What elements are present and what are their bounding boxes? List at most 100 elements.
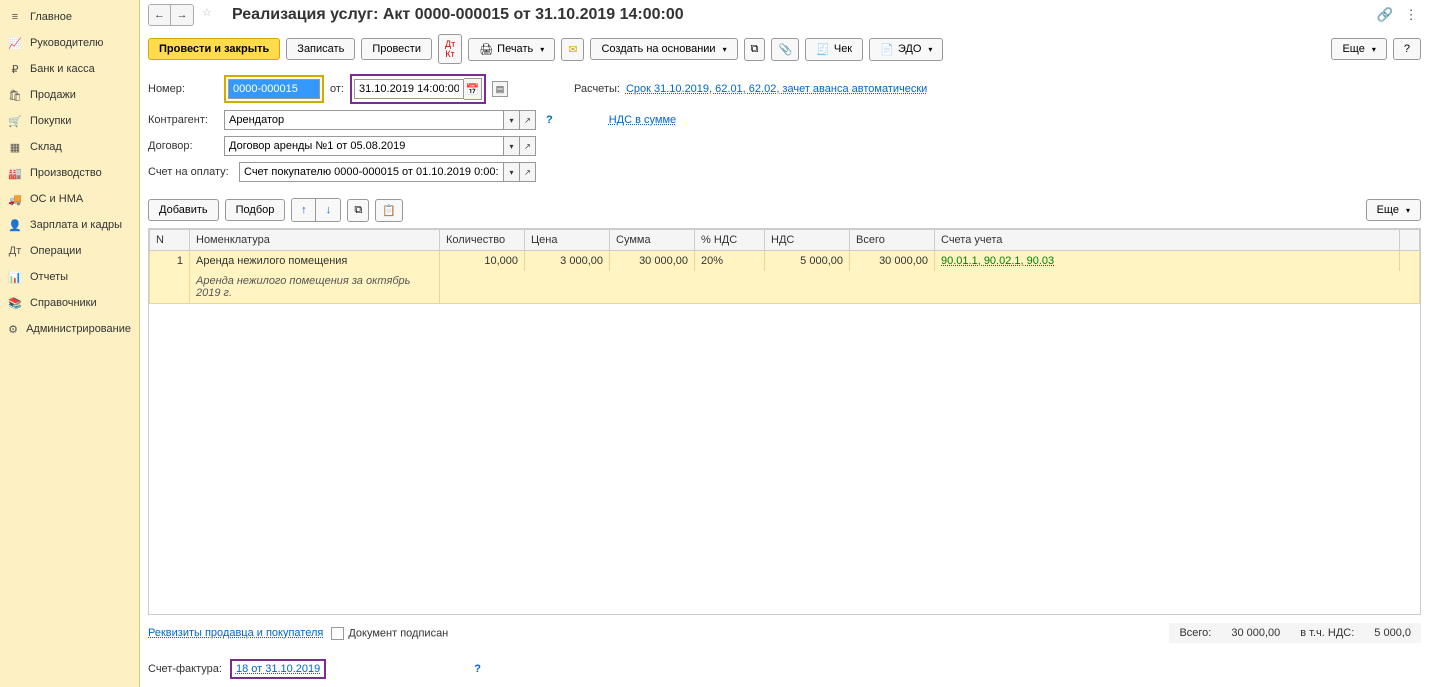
table-row[interactable]: 1 Аренда нежилого помещения 10,000 3 000… bbox=[150, 251, 1420, 272]
menu-icon: ≡ bbox=[8, 10, 22, 24]
invoice-dropdown-button[interactable]: ▾ bbox=[504, 162, 520, 182]
related-button[interactable]: ⧉ bbox=[744, 38, 766, 61]
col-n[interactable]: N bbox=[150, 230, 190, 251]
calc-label: Расчеты: bbox=[574, 83, 620, 95]
col-sum[interactable]: Сумма bbox=[610, 230, 695, 251]
link-icon[interactable]: 🔗 bbox=[1375, 5, 1395, 25]
page-title: Реализация услуг: Акт 0000-000015 от 31.… bbox=[232, 6, 684, 24]
number-input[interactable] bbox=[228, 79, 320, 99]
invoice-row: Счет-фактура: 18 от 31.10.2019 ? bbox=[140, 651, 1429, 687]
cart-icon: 🛒 bbox=[8, 114, 22, 128]
create-based-button[interactable]: Создать на основании bbox=[590, 38, 737, 60]
table-toolbar: Добавить Подбор ↑ ↓ ⧉ 📋 Еще bbox=[140, 198, 1429, 228]
print-button[interactable]: 🖨Печать bbox=[468, 38, 555, 61]
signed-checkbox-label[interactable]: Документ подписан bbox=[331, 627, 448, 640]
sidebar-item-operations[interactable]: ДтОперации bbox=[0, 238, 139, 264]
person-icon: 👤 bbox=[8, 218, 22, 232]
paste-button[interactable]: 📋 bbox=[375, 199, 403, 222]
move-up-button[interactable]: ↑ bbox=[292, 199, 316, 221]
more-button[interactable]: Еще bbox=[1331, 38, 1386, 60]
check-button[interactable]: 🧾Чек bbox=[805, 38, 863, 61]
invoice-combo: ▾ ↗ bbox=[239, 162, 536, 182]
nav-back-button[interactable]: ← bbox=[149, 5, 171, 25]
nav-group: ← → bbox=[148, 4, 194, 26]
contract-dropdown-button[interactable]: ▾ bbox=[504, 136, 520, 156]
mail-button[interactable]: ✉ bbox=[561, 38, 584, 61]
select-items-button[interactable]: Подбор bbox=[225, 199, 286, 221]
save-button[interactable]: Записать bbox=[286, 38, 355, 60]
gear-icon: ⚙ bbox=[8, 322, 18, 336]
contractor-dropdown-button[interactable]: ▾ bbox=[504, 110, 520, 130]
sidebar-item-admin[interactable]: ⚙Администрирование bbox=[0, 316, 139, 342]
total-value: 30 000,00 bbox=[1231, 627, 1280, 639]
vat-label: в т.ч. НДС: bbox=[1300, 627, 1354, 639]
invoice-open-button[interactable]: ↗ bbox=[520, 162, 536, 182]
col-total[interactable]: Всего bbox=[850, 230, 935, 251]
sidebar-item-sales[interactable]: 🛍Продажи bbox=[0, 82, 139, 108]
contractor-input[interactable] bbox=[224, 110, 504, 130]
vat-mode-link[interactable]: НДС в сумме bbox=[609, 114, 676, 126]
contractor-help[interactable]: ? bbox=[546, 114, 553, 126]
sidebar-item-manager[interactable]: 📈Руководителю bbox=[0, 30, 139, 56]
accounts-link[interactable]: 90.01.1, 90.02.1, 90.03 bbox=[941, 255, 1054, 267]
seller-details-link[interactable]: Реквизиты продавца и покупателя bbox=[148, 627, 323, 639]
table-more-button[interactable]: Еще bbox=[1366, 199, 1421, 221]
sidebar-item-assets[interactable]: 🚚ОС и НМА bbox=[0, 186, 139, 212]
attach-button[interactable]: 📎 bbox=[771, 38, 799, 61]
move-buttons: ↑ ↓ bbox=[291, 198, 341, 222]
sidebar-item-bank[interactable]: ₽Банк и касса bbox=[0, 56, 139, 82]
col-qty[interactable]: Количество bbox=[440, 230, 525, 251]
sidebar-item-warehouse[interactable]: ▦Склад bbox=[0, 134, 139, 160]
col-price[interactable]: Цена bbox=[525, 230, 610, 251]
bag-icon: 🛍 bbox=[8, 88, 22, 102]
report-icon: 📊 bbox=[8, 270, 22, 284]
col-scroll bbox=[1400, 230, 1420, 251]
organizer-button[interactable]: ▤ bbox=[492, 81, 508, 97]
nav-forward-button[interactable]: → bbox=[171, 5, 193, 25]
more-vert-icon[interactable]: ⋮ bbox=[1401, 5, 1421, 25]
invoice-input[interactable] bbox=[239, 162, 504, 182]
ruble-icon: ₽ bbox=[8, 62, 22, 76]
calc-link[interactable]: Срок 31.10.2019, 62.01, 62.02, зачет ава… bbox=[626, 83, 927, 95]
invoice-fact-highlight: 18 от 31.10.2019 bbox=[230, 659, 326, 679]
invoice-label: Счет на оплату: bbox=[148, 166, 233, 178]
col-nom[interactable]: Номенклатура bbox=[190, 230, 440, 251]
help-button[interactable]: ? bbox=[1393, 38, 1421, 60]
contract-open-button[interactable]: ↗ bbox=[520, 136, 536, 156]
sidebar-item-purchases[interactable]: 🛒Покупки bbox=[0, 108, 139, 134]
date-input[interactable] bbox=[354, 79, 464, 99]
vat-value: 5 000,0 bbox=[1374, 627, 1411, 639]
contractor-label: Контрагент: bbox=[148, 114, 218, 126]
contract-input[interactable] bbox=[224, 136, 504, 156]
receipt-icon: 🧾 bbox=[816, 43, 830, 56]
star-icon[interactable]: ☆ bbox=[202, 6, 220, 24]
dt-kt-button[interactable]: ДтКт bbox=[438, 34, 462, 64]
items-grid[interactable]: N Номенклатура Количество Цена Сумма % Н… bbox=[148, 228, 1421, 615]
sidebar-item-production[interactable]: 🏭Производство bbox=[0, 160, 139, 186]
contractor-open-button[interactable]: ↗ bbox=[520, 110, 536, 130]
chart-icon: 📈 bbox=[8, 36, 22, 50]
toolbar: Провести и закрыть Записать Провести ДтК… bbox=[140, 30, 1429, 72]
sidebar-item-main[interactable]: ≡Главное bbox=[0, 4, 139, 30]
sidebar-item-payroll[interactable]: 👤Зарплата и кадры bbox=[0, 212, 139, 238]
post-and-close-button[interactable]: Провести и закрыть bbox=[148, 38, 280, 60]
col-acc[interactable]: Счета учета bbox=[935, 230, 1400, 251]
edo-button[interactable]: 📄ЭДО bbox=[869, 38, 943, 61]
table-row-desc[interactable]: Аренда нежилого помещения за октябрь 201… bbox=[150, 271, 1420, 304]
invoice-help[interactable]: ? bbox=[474, 663, 481, 675]
printer-icon: 🖨 bbox=[479, 43, 493, 56]
invoice-fact-link[interactable]: 18 от 31.10.2019 bbox=[236, 663, 320, 675]
sidebar-item-reports[interactable]: 📊Отчеты bbox=[0, 264, 139, 290]
col-vatp[interactable]: % НДС bbox=[695, 230, 765, 251]
clip-icon: 📎 bbox=[778, 43, 792, 56]
move-down-button[interactable]: ↓ bbox=[316, 199, 340, 221]
form-area: Номер: от: 📅 ▤ Расчеты: Срок 31.10.2019,… bbox=[140, 72, 1429, 198]
col-vat[interactable]: НДС bbox=[765, 230, 850, 251]
signed-checkbox[interactable] bbox=[331, 627, 344, 640]
mail-icon: ✉ bbox=[568, 43, 577, 56]
sidebar-item-refs[interactable]: 📚Справочники bbox=[0, 290, 139, 316]
post-button[interactable]: Провести bbox=[361, 38, 432, 60]
copy-button[interactable]: ⧉ bbox=[347, 199, 369, 222]
add-row-button[interactable]: Добавить bbox=[148, 199, 219, 221]
calendar-button[interactable]: 📅 bbox=[464, 78, 482, 100]
